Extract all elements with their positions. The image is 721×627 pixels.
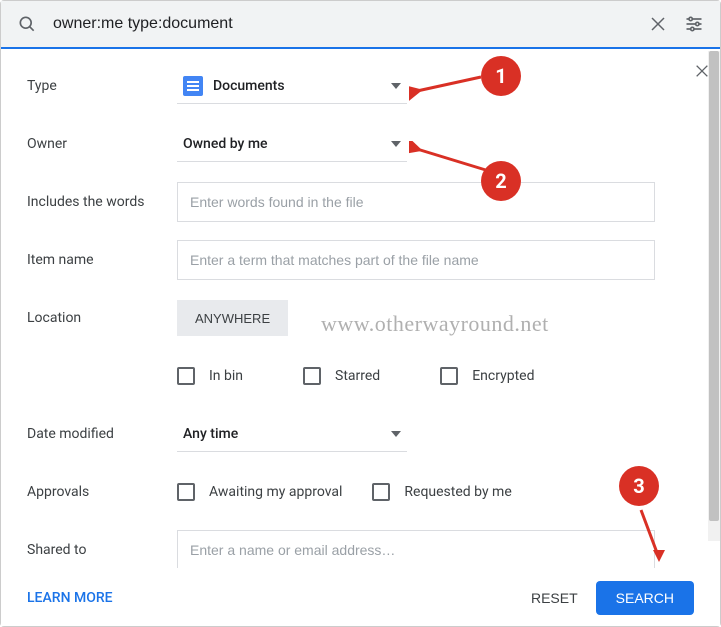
docs-icon [183, 76, 203, 96]
location-button[interactable]: ANYWHERE [177, 300, 288, 336]
checkbox-box [440, 367, 458, 385]
search-icon[interactable] [9, 6, 45, 42]
awaiting-label: Awaiting my approval [209, 484, 342, 500]
date-modified-value: Any time [183, 426, 391, 442]
shared-to-label: Shared to [27, 542, 177, 558]
type-dropdown[interactable]: Documents [177, 68, 407, 104]
type-value: Documents [213, 78, 391, 94]
starred-label: Starred [335, 368, 380, 384]
includes-input[interactable] [177, 182, 655, 222]
checkbox-box [177, 483, 195, 501]
date-modified-label: Date modified [27, 426, 177, 442]
checkbox-box [303, 367, 321, 385]
advanced-search-panel: Type Documents Owner Owned by me Include… [1, 49, 720, 569]
scrollbar[interactable] [708, 51, 720, 541]
type-label: Type [27, 78, 177, 94]
date-modified-dropdown[interactable]: Any time [177, 416, 407, 452]
clear-icon[interactable] [640, 6, 676, 42]
in-bin-checkbox[interactable]: In bin [177, 367, 243, 385]
item-name-input[interactable] [177, 240, 655, 280]
search-bar [1, 1, 720, 49]
awaiting-approval-checkbox[interactable]: Awaiting my approval [177, 483, 342, 501]
owner-label: Owner [27, 136, 177, 152]
checkbox-box [372, 483, 390, 501]
owner-value: Owned by me [183, 136, 391, 152]
starred-checkbox[interactable]: Starred [303, 367, 380, 385]
annotation-arrow-3 [631, 506, 671, 566]
reset-button[interactable]: RESET [513, 582, 596, 614]
shared-to-input[interactable] [177, 530, 655, 569]
footer: LEARN MORE RESET SEARCH [1, 568, 720, 626]
encrypted-label: Encrypted [472, 368, 534, 384]
annotation-badge-3: 3 [619, 466, 659, 506]
includes-label: Includes the words [27, 194, 177, 210]
chevron-down-icon [391, 83, 401, 89]
requested-by-me-checkbox[interactable]: Requested by me [372, 483, 511, 501]
location-label: Location [27, 310, 177, 326]
search-button[interactable]: SEARCH [596, 581, 694, 615]
chevron-down-icon [391, 141, 401, 147]
checkbox-box [177, 367, 195, 385]
owner-dropdown[interactable]: Owned by me [177, 126, 407, 162]
chevron-down-icon [391, 431, 401, 437]
annotation-badge-2: 2 [481, 161, 521, 201]
search-input[interactable] [45, 15, 640, 33]
in-bin-label: In bin [209, 368, 243, 384]
approvals-label: Approvals [27, 484, 177, 500]
scrollbar-thumb[interactable] [709, 51, 719, 521]
annotation-badge-1: 1 [481, 56, 521, 96]
tune-icon[interactable] [676, 6, 712, 42]
item-name-label: Item name [27, 252, 177, 268]
encrypted-checkbox[interactable]: Encrypted [440, 367, 534, 385]
learn-more-link[interactable]: LEARN MORE [27, 590, 113, 606]
requested-label: Requested by me [404, 484, 511, 500]
watermark-text: www.otherwayround.net [321, 311, 549, 337]
annotation-arrow-1 [409, 67, 489, 101]
